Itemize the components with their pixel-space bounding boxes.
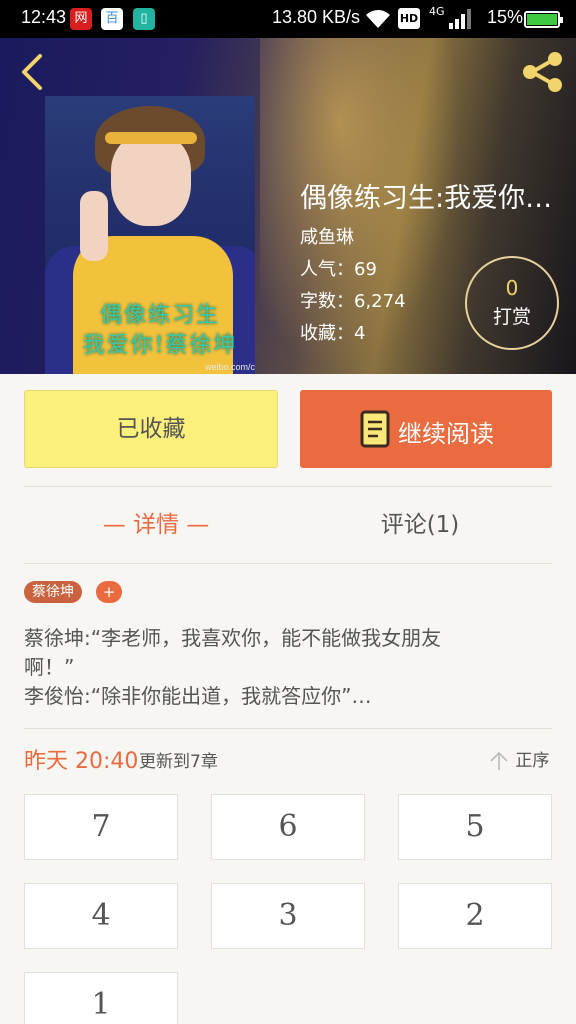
add-tag-button[interactable]: +	[96, 581, 122, 603]
chapter-button-3[interactable]: 3	[211, 883, 365, 949]
baidu-notification-icon: 百	[101, 8, 123, 30]
status-bar: 12:43 网 百 ▯ 13.80 KB/s HD 4G 15%	[0, 0, 576, 38]
synopsis-line: 啊！”	[24, 655, 75, 679]
update-chapter-info: 更新到7章	[139, 752, 218, 772]
synopsis-line: 李俊怡:“除非你能出道，我就答应你”…	[24, 684, 372, 708]
sort-order-button[interactable]: 正序	[488, 746, 549, 772]
reward-button[interactable]: 0 打赏	[465, 256, 559, 350]
status-time: 12:43	[21, 7, 67, 27]
hd-badge: HD	[398, 8, 420, 29]
share-icon[interactable]	[520, 50, 566, 94]
book-cover[interactable]: 偶像练习生 我爱你!蔡徐坤 weibo.com/caiz	[45, 96, 255, 374]
popularity-count: 人气：69	[300, 259, 377, 280]
continue-reading-button[interactable]: 继续阅读	[300, 390, 552, 468]
signal-icon	[449, 9, 471, 29]
favorites-count: 收藏：4	[300, 323, 366, 344]
tab-comments[interactable]: 评论(1)	[360, 505, 480, 541]
reward-count: 0	[505, 276, 519, 300]
chapter-button-5[interactable]: 5	[398, 794, 552, 860]
favorited-button[interactable]: 已收藏	[24, 390, 278, 468]
update-time: 昨天 20:40	[24, 749, 139, 774]
book-title: 偶像练习生:我爱你…	[300, 183, 553, 214]
book-icon	[360, 410, 390, 448]
battery-percentage: 15%	[487, 7, 524, 27]
cover-watermark: weibo.com/caiz	[205, 362, 255, 372]
tab-detail[interactable]: — 详情 —	[96, 505, 216, 541]
tag-caixukun[interactable]: 蔡徐坤	[24, 581, 82, 603]
chapter-button-2[interactable]: 2	[398, 883, 552, 949]
chapter-button-7[interactable]: 7	[24, 794, 178, 860]
word-count: 字数：6,274	[300, 291, 406, 312]
divider	[24, 486, 552, 487]
network-type: 4G	[429, 5, 445, 18]
back-chevron-icon[interactable]	[14, 52, 48, 92]
divider	[24, 728, 552, 729]
battery-app-notification-icon: ▯	[133, 8, 155, 30]
arrow-up-icon	[490, 751, 508, 770]
network-speed: 13.80 KB/s	[272, 7, 361, 27]
synopsis-line: 蔡徐坤:“李老师，我喜欢你，能不能做我女朋友	[24, 626, 442, 650]
cover-title-text: 偶像练习生 我爱你!蔡徐坤	[82, 303, 238, 358]
book-synopsis[interactable]: 蔡徐坤:“李老师，我喜欢你，能不能做我女朋友 啊！” 李俊怡:“除非你能出道，我…	[24, 624, 544, 711]
wifi-icon	[366, 10, 390, 28]
reward-label: 打赏	[492, 306, 531, 328]
chapter-button-6[interactable]: 6	[211, 794, 365, 860]
divider	[24, 563, 552, 564]
book-author[interactable]: 咸鱼琳	[300, 223, 354, 249]
battery-icon	[524, 11, 563, 28]
book-header: 偶像练习生 我爱你!蔡徐坤 weibo.com/caiz 偶像练习生:我爱你… …	[0, 38, 576, 374]
continue-reading-label: 继续阅读	[398, 420, 494, 448]
chapter-button-4[interactable]: 4	[24, 883, 178, 949]
chapter-button-1[interactable]: 1	[24, 972, 178, 1024]
sort-order-label: 正序	[515, 751, 550, 771]
netease-music-notification-icon: 网	[70, 8, 92, 30]
